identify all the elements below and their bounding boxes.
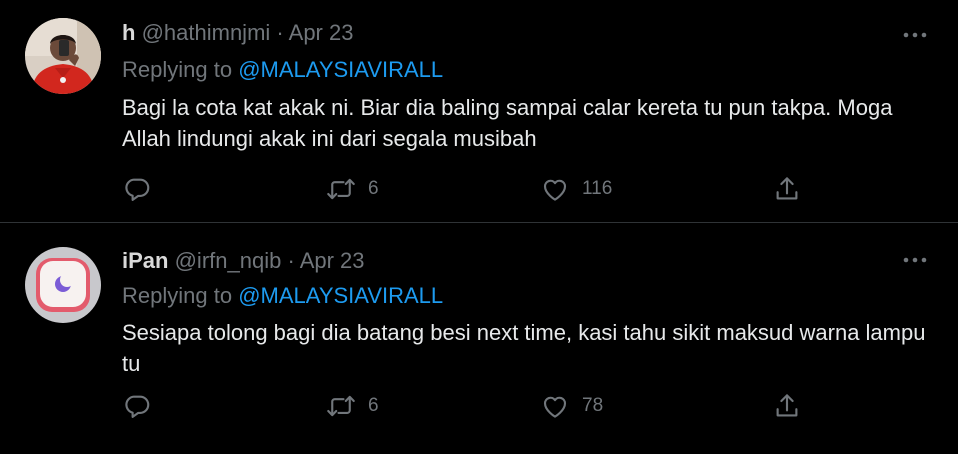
mention-link[interactable]: @MALAYSIAVIRALL bbox=[238, 57, 443, 82]
separator-dot: · bbox=[287, 248, 295, 273]
tweet-header: iPan @irfn_nqib · Apr 23 bbox=[122, 248, 365, 274]
avatar[interactable] bbox=[25, 247, 101, 323]
reply-icon bbox=[125, 395, 150, 418]
reply-button[interactable] bbox=[122, 172, 152, 206]
share-icon bbox=[776, 177, 798, 200]
replying-to-label: Replying to bbox=[122, 283, 233, 308]
share-icon bbox=[776, 394, 798, 417]
like-icon bbox=[543, 396, 567, 418]
reply-feed: h @hathimnjmi · Apr 23 Replying to @MALA… bbox=[0, 0, 958, 454]
like-icon bbox=[543, 179, 567, 201]
retweet-icon bbox=[327, 395, 355, 417]
retweet-button[interactable]: 6 bbox=[326, 389, 379, 423]
reply-icon bbox=[125, 178, 150, 201]
share-button[interactable] bbox=[772, 389, 802, 423]
separator-dot: · bbox=[276, 20, 284, 45]
replying-to-line: Replying to @MALAYSIAVIRALL bbox=[122, 283, 443, 309]
tweet-date[interactable]: Apr 23 bbox=[300, 248, 365, 273]
display-name[interactable]: iPan bbox=[122, 248, 168, 273]
retweet-icon bbox=[327, 178, 355, 200]
like-button[interactable]: 78 bbox=[540, 389, 603, 423]
mention-link[interactable]: @MALAYSIAVIRALL bbox=[238, 283, 443, 308]
tweet-actions: 6 78 bbox=[122, 389, 812, 423]
tweet-text: Bagi la cota kat akak ni. Biar dia balin… bbox=[122, 95, 893, 151]
more-options-button[interactable] bbox=[900, 24, 930, 46]
like-button[interactable]: 116 bbox=[540, 172, 612, 206]
replying-to-label: Replying to bbox=[122, 57, 233, 82]
display-name[interactable]: h bbox=[122, 20, 135, 45]
like-count: 116 bbox=[582, 178, 613, 199]
user-handle[interactable]: @irfn_nqib bbox=[175, 248, 282, 273]
more-options-button[interactable] bbox=[900, 249, 930, 271]
tweet-date[interactable]: Apr 23 bbox=[289, 20, 354, 45]
retweet-count: 6 bbox=[368, 395, 379, 416]
moon-app-avatar bbox=[25, 247, 101, 323]
replying-to-line: Replying to @MALAYSIAVIRALL bbox=[122, 57, 443, 83]
retweet-count: 6 bbox=[368, 178, 379, 199]
user-handle[interactable]: @hathimnjmi bbox=[142, 20, 271, 45]
share-button[interactable] bbox=[772, 172, 802, 206]
tweet-text: Sesiapa tolong bagi dia batang besi next… bbox=[122, 320, 926, 376]
more-options-icon bbox=[903, 32, 927, 38]
tweet-actions: 6 116 bbox=[122, 172, 812, 206]
tweet[interactable]: iPan @irfn_nqib · Apr 23 Replying to @MA… bbox=[0, 222, 958, 454]
avatar[interactable] bbox=[25, 18, 101, 94]
tweet[interactable]: h @hathimnjmi · Apr 23 Replying to @MALA… bbox=[0, 0, 958, 222]
like-count: 78 bbox=[582, 395, 604, 416]
tweet-header: h @hathimnjmi · Apr 23 bbox=[122, 20, 353, 46]
more-options-icon bbox=[903, 257, 927, 263]
user-photo-avatar bbox=[25, 18, 101, 94]
retweet-button[interactable]: 6 bbox=[326, 172, 379, 206]
reply-button[interactable] bbox=[122, 389, 152, 423]
